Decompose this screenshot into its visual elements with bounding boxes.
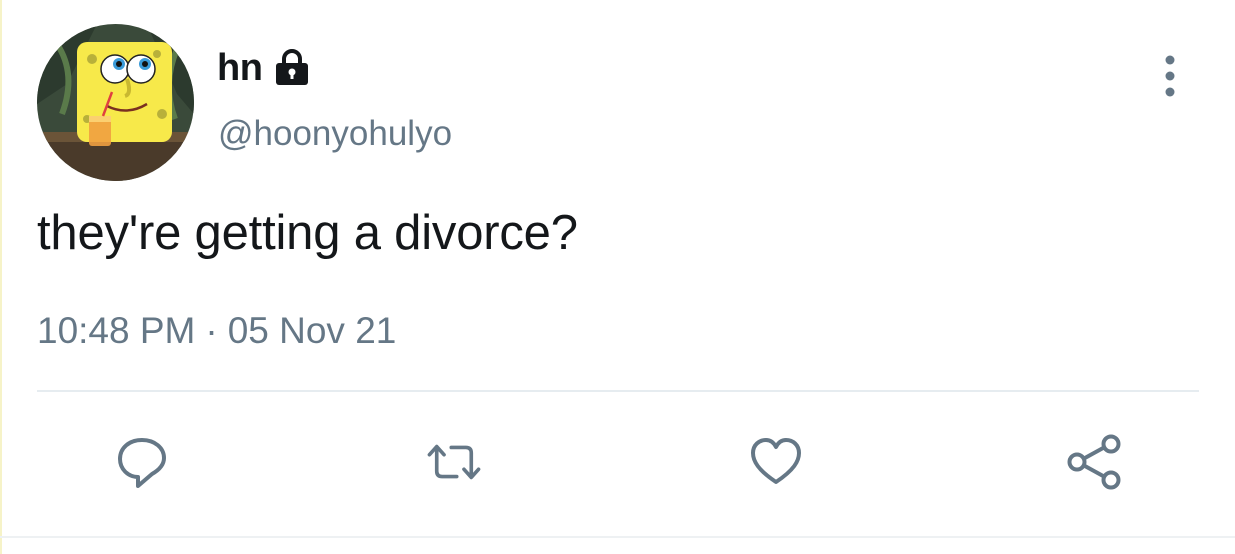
author-name-row: hn [217,46,312,90]
left-edge-strip [0,0,2,554]
retweet-icon [427,444,481,480]
more-options-button[interactable] [1150,52,1190,100]
retweet-button[interactable] [424,432,484,492]
spongebob-avatar-image [37,24,194,181]
more-vertical-icon [1165,55,1175,97]
avatar[interactable] [37,24,194,181]
tweet-time: 10:48 PM [37,310,196,351]
display-name[interactable]: hn [217,47,263,90]
heart-icon [751,438,801,484]
reply-icon [118,438,166,488]
reply-button[interactable] [112,432,172,492]
tweet-date: 05 Nov 21 [227,310,397,351]
share-icon [1067,434,1121,490]
lock-icon [272,48,312,88]
share-button[interactable] [1064,432,1124,492]
actions-divider [37,390,1199,392]
author-handle[interactable]: @hoonyohulyo [218,114,452,154]
bottom-divider [0,536,1235,538]
like-button[interactable] [746,432,806,492]
timestamp-separator: · [205,310,218,351]
tweet-text: they're getting a divorce? [37,206,578,260]
tweet-timestamp[interactable]: 10:48 PM · 05 Nov 21 [37,310,396,352]
